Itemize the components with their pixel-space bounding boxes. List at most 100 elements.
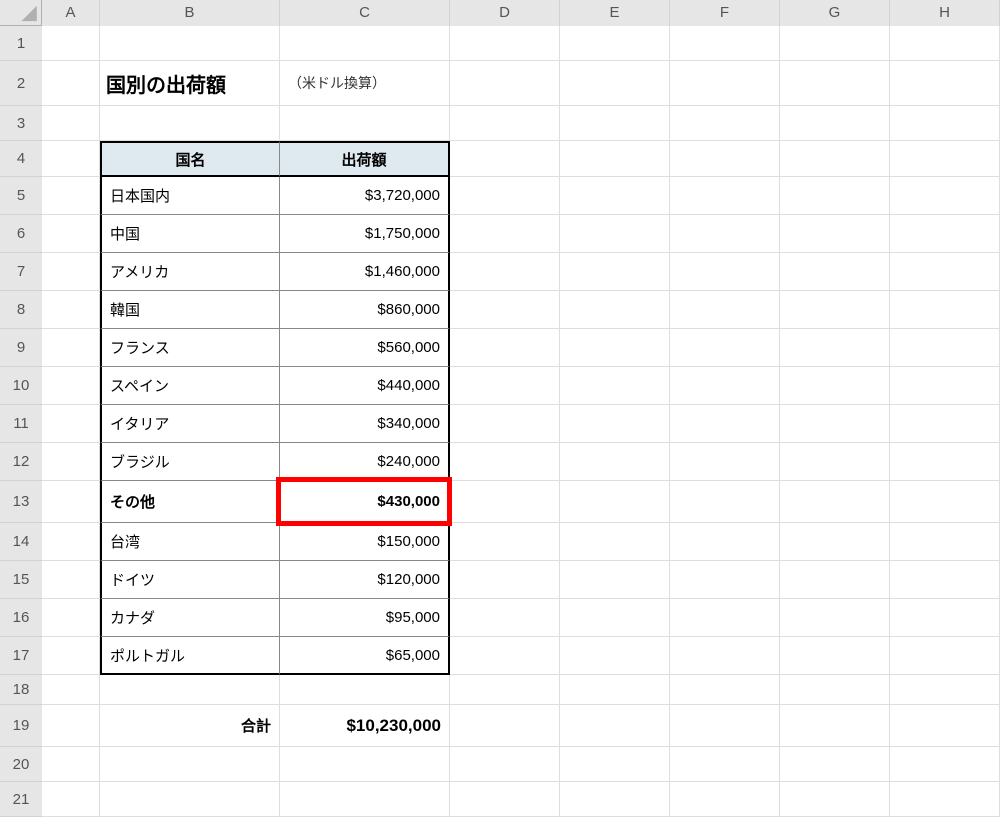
row-header-2[interactable]: 2 (0, 61, 42, 106)
cell-B18[interactable] (100, 675, 280, 705)
cell-E12[interactable] (560, 443, 670, 481)
cell-B2[interactable]: 国別の出荷額 (100, 61, 280, 106)
country-9[interactable]: 台湾 (100, 523, 280, 561)
country-5[interactable]: スペイン (100, 367, 280, 405)
cell-F21[interactable] (670, 782, 780, 817)
cell-D14[interactable] (450, 523, 560, 561)
cell-F1[interactable] (670, 26, 780, 61)
cell-F8[interactable] (670, 291, 780, 329)
cell-A15[interactable] (42, 561, 100, 599)
cell-D9[interactable] (450, 329, 560, 367)
cell-E13[interactable] (560, 481, 670, 523)
cell-H11[interactable] (890, 405, 1000, 443)
country-4[interactable]: フランス (100, 329, 280, 367)
cell-A10[interactable] (42, 367, 100, 405)
cell-G2[interactable] (780, 61, 890, 106)
cell-A13[interactable] (42, 481, 100, 523)
cell-F4[interactable] (670, 141, 780, 177)
cell-B21[interactable] (100, 782, 280, 817)
amount-3[interactable]: $860,000 (280, 291, 450, 329)
cell-F18[interactable] (670, 675, 780, 705)
amount-1[interactable]: $1,750,000 (280, 215, 450, 253)
cell-D8[interactable] (450, 291, 560, 329)
cell-E8[interactable] (560, 291, 670, 329)
cell-C21[interactable] (280, 782, 450, 817)
cell-A21[interactable] (42, 782, 100, 817)
row-header-12[interactable]: 12 (0, 443, 42, 481)
cell-E10[interactable] (560, 367, 670, 405)
cell-F12[interactable] (670, 443, 780, 481)
amount-8[interactable]: $430,000 (280, 481, 450, 523)
cell-D15[interactable] (450, 561, 560, 599)
cell-G19[interactable] (780, 705, 890, 747)
row-header-11[interactable]: 11 (0, 405, 42, 443)
cell-E7[interactable] (560, 253, 670, 291)
amount-12[interactable]: $65,000 (280, 637, 450, 675)
cell-H15[interactable] (890, 561, 1000, 599)
amount-0[interactable]: $3,720,000 (280, 177, 450, 215)
cell-D13[interactable] (450, 481, 560, 523)
row-header-17[interactable]: 17 (0, 637, 42, 675)
col-header-A[interactable]: A (42, 0, 100, 26)
cell-F17[interactable] (670, 637, 780, 675)
country-8[interactable]: その他 (100, 481, 280, 523)
cell-H5[interactable] (890, 177, 1000, 215)
cell-F14[interactable] (670, 523, 780, 561)
row-header-15[interactable]: 15 (0, 561, 42, 599)
cell-G18[interactable] (780, 675, 890, 705)
country-12[interactable]: ポルトガル (100, 637, 280, 675)
header-country[interactable]: 国名 (100, 141, 280, 177)
cell-C18[interactable] (280, 675, 450, 705)
cell-C3[interactable] (280, 106, 450, 141)
country-6[interactable]: イタリア (100, 405, 280, 443)
cell-A4[interactable] (42, 141, 100, 177)
cell-E17[interactable] (560, 637, 670, 675)
cell-F20[interactable] (670, 747, 780, 782)
cell-G5[interactable] (780, 177, 890, 215)
cell-H10[interactable] (890, 367, 1000, 405)
cell-A6[interactable] (42, 215, 100, 253)
cell-H8[interactable] (890, 291, 1000, 329)
cell-D7[interactable] (450, 253, 560, 291)
cell-A12[interactable] (42, 443, 100, 481)
cell-E5[interactable] (560, 177, 670, 215)
cell-G3[interactable] (780, 106, 890, 141)
cell-F19[interactable] (670, 705, 780, 747)
cell-B20[interactable] (100, 747, 280, 782)
cell-E11[interactable] (560, 405, 670, 443)
row-header-8[interactable]: 8 (0, 291, 42, 329)
cell-G13[interactable] (780, 481, 890, 523)
cell-C2[interactable]: （米ドル換算） (280, 61, 450, 106)
cell-E3[interactable] (560, 106, 670, 141)
cell-B3[interactable] (100, 106, 280, 141)
cell-F3[interactable] (670, 106, 780, 141)
cell-D19[interactable] (450, 705, 560, 747)
country-0[interactable]: 日本国内 (100, 177, 280, 215)
col-header-F[interactable]: F (670, 0, 780, 26)
cell-A9[interactable] (42, 329, 100, 367)
cell-G8[interactable] (780, 291, 890, 329)
cell-F5[interactable] (670, 177, 780, 215)
row-header-4[interactable]: 4 (0, 141, 42, 177)
total-value[interactable]: $10,230,000 (280, 705, 450, 747)
cell-D6[interactable] (450, 215, 560, 253)
cell-F10[interactable] (670, 367, 780, 405)
cell-H14[interactable] (890, 523, 1000, 561)
amount-5[interactable]: $440,000 (280, 367, 450, 405)
row-header-6[interactable]: 6 (0, 215, 42, 253)
cell-G7[interactable] (780, 253, 890, 291)
cell-H13[interactable] (890, 481, 1000, 523)
col-header-H[interactable]: H (890, 0, 1000, 26)
cell-E4[interactable] (560, 141, 670, 177)
cell-E15[interactable] (560, 561, 670, 599)
cell-E2[interactable] (560, 61, 670, 106)
row-header-3[interactable]: 3 (0, 106, 42, 141)
cell-E1[interactable] (560, 26, 670, 61)
cell-H9[interactable] (890, 329, 1000, 367)
cell-H3[interactable] (890, 106, 1000, 141)
cell-F11[interactable] (670, 405, 780, 443)
amount-10[interactable]: $120,000 (280, 561, 450, 599)
cell-G20[interactable] (780, 747, 890, 782)
row-header-1[interactable]: 1 (0, 26, 42, 61)
cell-G4[interactable] (780, 141, 890, 177)
